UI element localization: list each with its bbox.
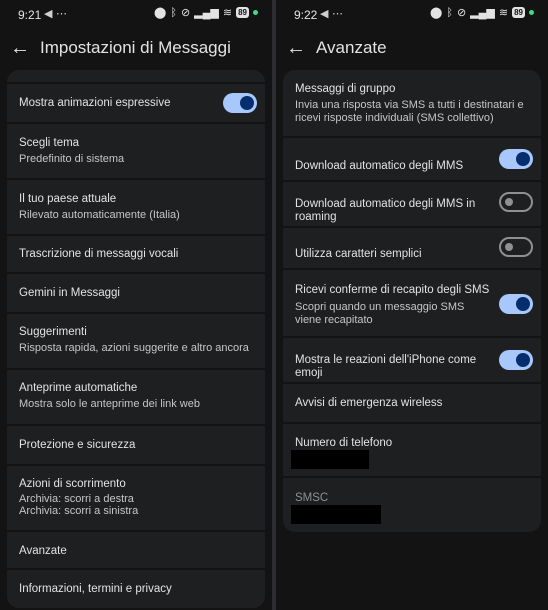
- setting-protection[interactable]: Protezione e sicurezza: [7, 426, 265, 464]
- telegram-icon: ◀: [44, 8, 53, 20]
- sms-delivery-reports-toggle[interactable]: [499, 294, 533, 314]
- telegram-icon: ◀: [320, 8, 329, 20]
- setting-phone-number[interactable]: Numero di telefono: [283, 424, 541, 476]
- arrow-back-icon[interactable]: ←: [10, 34, 30, 62]
- redacted-phone-number: [291, 450, 369, 469]
- status-time: 9:22: [294, 8, 318, 22]
- left-screen: 9:21 ◀ ⋯ ⬤ ᛒ ⊘ ▂▄▆ ≋ 89 ← Impostazioni d…: [0, 0, 272, 610]
- simple-characters-toggle[interactable]: [499, 237, 533, 257]
- setting-voice-transcription[interactable]: Trascrizione di messaggi vocali: [7, 236, 265, 272]
- setting-theme[interactable]: Scegli tema Predefinito di sistema: [7, 124, 265, 178]
- more-icon: ⋯: [56, 8, 67, 20]
- wifi-icon: ≋: [222, 7, 233, 19]
- setting-mms-roaming[interactable]: Download automatico degli MMS in roaming: [283, 182, 541, 226]
- setting-emergency-alerts[interactable]: Avvisi di emergenza wireless: [283, 384, 541, 422]
- status-icons: ⬤ ᛒ ⊘ ▂▄▆ ≋ 89: [154, 6, 258, 19]
- iphone-reactions-toggle[interactable]: [499, 350, 533, 370]
- status-bar: 9:21 ◀ ⋯ ⬤ ᛒ ⊘ ▂▄▆ ≋ 89: [0, 0, 272, 28]
- vibrate-off-icon: ⊘: [456, 7, 467, 19]
- setting-sms-delivery-reports[interactable]: Ricevi conferme di recapito degli SMS Sc…: [283, 270, 541, 336]
- bluetooth-icon: ᛒ: [446, 6, 453, 19]
- location-icon: ⬤: [430, 7, 443, 19]
- setting-simple-characters[interactable]: Utilizza caratteri semplici: [283, 228, 541, 268]
- setting-iphone-reactions[interactable]: Mostra le reazioni dell'iPhone come emoj…: [283, 338, 541, 382]
- privacy-dot: [529, 10, 534, 15]
- setting-group-messages[interactable]: Messaggi di gruppo Invia una risposta vi…: [283, 70, 541, 136]
- mms-auto-download-toggle[interactable]: [499, 149, 533, 169]
- signal-icon: ▂▄▆: [194, 7, 219, 19]
- status-time: 9:21: [18, 8, 42, 22]
- arrow-back-icon[interactable]: ←: [286, 34, 306, 62]
- setting-gemini[interactable]: Gemini in Messaggi: [7, 274, 265, 312]
- wifi-icon: ≋: [498, 7, 509, 19]
- battery-icon: 89: [236, 7, 249, 18]
- status-bar: 9:22 ◀ ⋯ ⬤ ᛒ ⊘ ▂▄▆ ≋ 89: [276, 0, 548, 28]
- page-title: Avanzate: [316, 38, 387, 57]
- battery-icon: 89: [512, 7, 525, 18]
- right-screen: 9:22 ◀ ⋯ ⬤ ᛒ ⊘ ▂▄▆ ≋ 89 ← Avanzate Messa…: [276, 0, 548, 610]
- bluetooth-icon: ᛒ: [170, 6, 177, 19]
- expressive-animations-toggle[interactable]: [223, 93, 257, 113]
- vibrate-off-icon: ⊘: [180, 7, 191, 19]
- page-title: Impostazioni di Messaggi: [40, 38, 231, 57]
- setting-country[interactable]: Il tuo paese attuale Rilevato automatica…: [7, 180, 265, 234]
- setting-expressive-animations[interactable]: Mostra animazioni espressive: [7, 84, 265, 122]
- setting-about[interactable]: Informazioni, termini e privacy: [7, 570, 265, 608]
- setting-mms-auto-download[interactable]: Download automatico degli MMS: [283, 138, 541, 180]
- setting-auto-previews[interactable]: Anteprime automatiche Mostra solo le ant…: [7, 370, 265, 424]
- location-icon: ⬤: [154, 7, 167, 19]
- setting-swipe-actions[interactable]: Azioni di scorrimento Archivia: scorri a…: [7, 466, 265, 530]
- mms-roaming-toggle[interactable]: [499, 192, 533, 212]
- setting-advanced[interactable]: Avanzate: [7, 532, 265, 568]
- privacy-dot: [253, 10, 258, 15]
- app-bar: ← Avanzate: [276, 34, 548, 64]
- list-top-edge: [7, 70, 265, 82]
- more-icon: ⋯: [332, 8, 343, 20]
- setting-suggestions[interactable]: Suggerimenti Risposta rapida, azioni sug…: [7, 314, 265, 368]
- status-icons: ⬤ ᛒ ⊘ ▂▄▆ ≋ 89: [430, 6, 534, 19]
- app-bar: ← Impostazioni di Messaggi: [0, 34, 272, 64]
- redacted-smsc: [291, 505, 381, 524]
- setting-smsc[interactable]: SMSC: [283, 478, 541, 532]
- signal-icon: ▂▄▆: [470, 7, 495, 19]
